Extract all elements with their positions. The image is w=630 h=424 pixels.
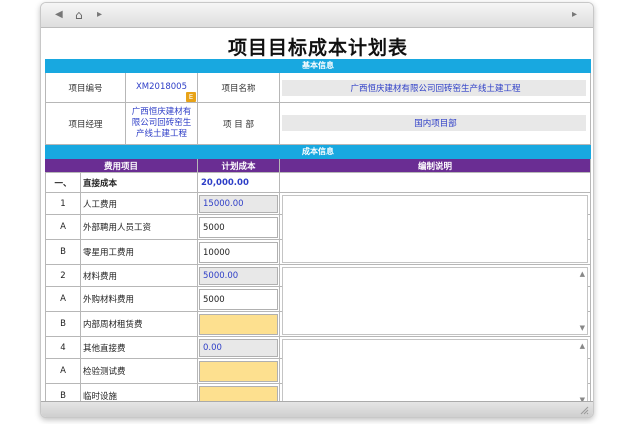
row-notes-cell — [280, 173, 591, 193]
row-planned-cost-cell: 20,000.00 — [198, 173, 280, 193]
basic-info-band: 基本信息 — [45, 59, 591, 73]
scroll-up-icon[interactable]: ▲ — [580, 270, 585, 278]
resize-grip-icon[interactable] — [580, 406, 589, 415]
browser-toolbar: ◀ ⌂ ▸ ▸ — [41, 3, 593, 28]
edit-icon[interactable]: E — [186, 92, 196, 102]
row-cost-item: 材料费用 — [81, 265, 198, 287]
planned-cost-input[interactable]: 5000 — [199, 217, 278, 238]
row-planned-cost-cell — [198, 312, 280, 337]
row-cost-item: 其他直接费 — [81, 337, 198, 359]
row-planned-cost-cell: 0.00 — [198, 337, 280, 359]
row-cost-item: 直接成本 — [81, 173, 198, 193]
total-planned-cost: 20,000.00 — [201, 177, 249, 188]
row-cost-item: 外部聘用人员工资 — [81, 215, 198, 240]
browser-window: ◀ ⌂ ▸ ▸ 项目目标成本计划表 基本信息 项目编号 XM2018005 E … — [40, 2, 594, 418]
horizontal-scrollbar[interactable] — [41, 401, 593, 417]
menu-arrow-icon[interactable]: ▸ — [572, 9, 577, 21]
planned-cost-input[interactable] — [199, 361, 278, 382]
project-name-label: 项目名称 — [198, 73, 280, 103]
dept-cell: 国内项目部 — [280, 103, 591, 145]
header-notes: 编制说明 — [280, 159, 591, 173]
row-number: A — [45, 215, 81, 240]
row-cost-item: 检验测试费 — [81, 359, 198, 384]
row-planned-cost-cell: 5000.00 — [198, 265, 280, 287]
back-icon[interactable]: ◀ — [55, 9, 63, 21]
row-planned-cost-cell: 5000 — [198, 287, 280, 312]
dept-label: 项 目 部 — [198, 103, 280, 145]
row-cost-item: 零星用工费用 — [81, 240, 198, 265]
project-no-text: XM2018005 — [135, 82, 187, 92]
scroll-down-icon[interactable]: ▼ — [580, 324, 585, 332]
row-planned-cost-cell — [198, 359, 280, 384]
row-cost-item: 内部周材租赁费 — [81, 312, 198, 337]
notes-textarea[interactable]: ▲ ▼ — [282, 339, 588, 403]
project-name-cell: 广西恒庆建材有限公司回砖窑生产线土建工程 — [280, 73, 591, 103]
row-planned-cost-cell: 5000 — [198, 215, 280, 240]
planned-cost-input[interactable]: 0.00 — [199, 339, 278, 357]
header-cost-item: 费用项目 — [45, 159, 198, 173]
project-no-label: 项目编号 — [45, 73, 126, 103]
notes-textarea[interactable]: ▲ ▼ — [282, 267, 588, 335]
row-cost-item: 人工费用 — [81, 193, 198, 215]
home-icon[interactable]: ⌂ — [75, 9, 83, 21]
project-name-field[interactable]: 广西恒庆建材有限公司回砖窑生产线土建工程 — [282, 80, 586, 96]
row-planned-cost-cell: 10000 — [198, 240, 280, 265]
planned-cost-input[interactable]: 15000.00 — [199, 195, 278, 213]
form-content: 项目目标成本计划表 基本信息 项目编号 XM2018005 E 项目名称 广西恒… — [45, 29, 591, 403]
planned-cost-input[interactable] — [199, 314, 278, 335]
row-planned-cost-cell: 15000.00 — [198, 193, 280, 215]
cost-info-band: 成本信息 — [45, 145, 591, 159]
row-number: B — [45, 240, 81, 265]
manager-value: 广西恒庆建材有限公司回砖窑生产线土建工程 — [126, 103, 198, 145]
manager-label: 项目经理 — [45, 103, 126, 145]
planned-cost-input[interactable]: 5000 — [199, 289, 278, 310]
row-number: 一、 — [45, 173, 81, 193]
scroll-up-icon[interactable]: ▲ — [580, 342, 585, 350]
notes-textarea[interactable] — [282, 195, 588, 263]
forward-icon[interactable]: ▸ — [97, 9, 102, 21]
row-cost-item: 外购材料费用 — [81, 287, 198, 312]
row-number: 4 — [45, 337, 81, 359]
row-number: A — [45, 359, 81, 384]
planned-cost-input[interactable]: 10000 — [199, 242, 278, 263]
row-number: B — [45, 312, 81, 337]
planned-cost-input[interactable]: 5000.00 — [199, 267, 278, 285]
page-title: 项目目标成本计划表 — [227, 37, 408, 59]
dept-field[interactable]: 国内项目部 — [282, 115, 586, 131]
row-number: 2 — [45, 265, 81, 287]
row-number: 1 — [45, 193, 81, 215]
row-number: A — [45, 287, 81, 312]
header-planned-cost: 计划成本 — [198, 159, 280, 173]
